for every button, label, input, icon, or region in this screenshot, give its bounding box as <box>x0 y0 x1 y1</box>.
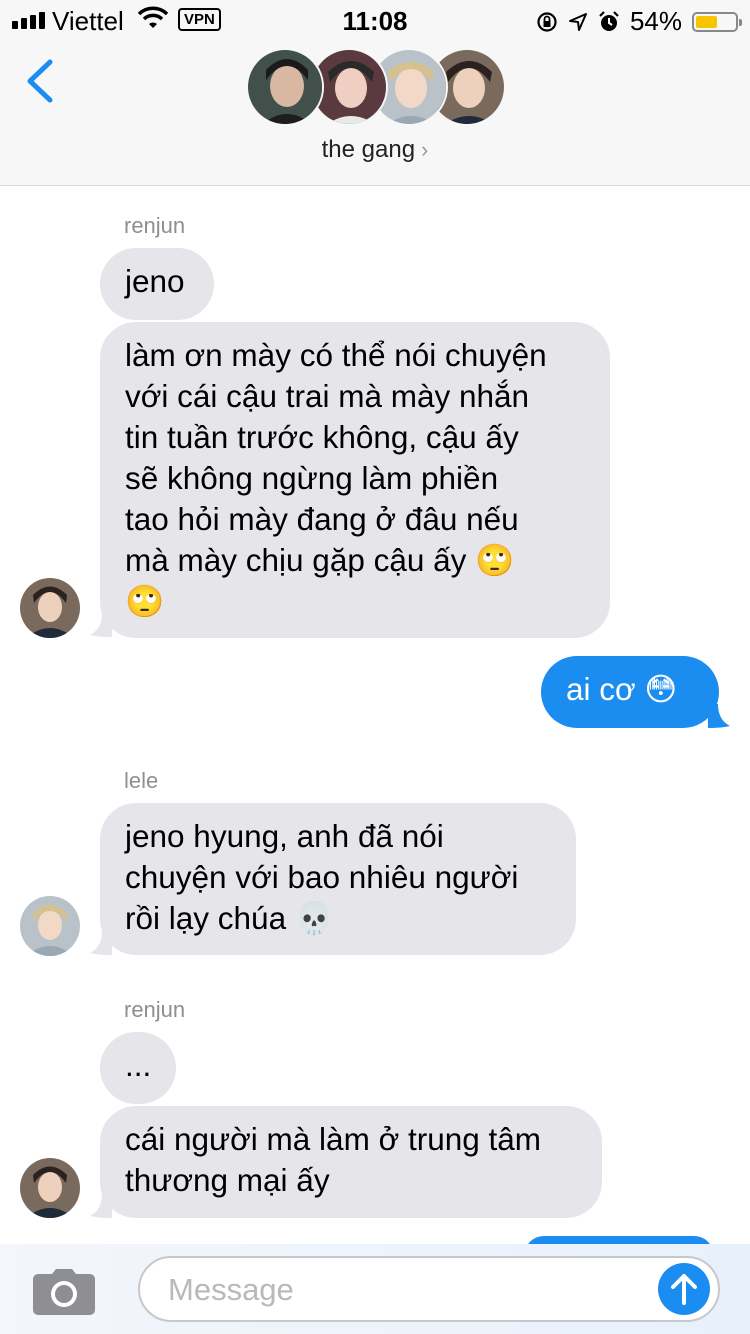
sender-avatar[interactable] <box>20 1158 80 1218</box>
member-avatar <box>246 48 324 126</box>
message-field[interactable] <box>138 1256 720 1322</box>
status-bar: Viettel VPN 11:08 54% <box>0 0 750 40</box>
message-bubble-sent[interactable]: ai cơ 😳 <box>541 656 719 728</box>
alarm-icon <box>599 10 619 31</box>
message-input[interactable] <box>166 1258 650 1322</box>
sender-name: lele <box>124 768 159 793</box>
camera-icon[interactable] <box>32 1268 96 1316</box>
bubble-tail <box>90 613 112 637</box>
chevron-right-icon: › <box>421 137 429 162</box>
message-bubble[interactable]: jeno <box>100 248 214 320</box>
group-name-button[interactable]: the gang › <box>0 136 750 164</box>
battery-icon <box>692 11 742 32</box>
bubble-tail <box>90 931 112 955</box>
conversation-header: Viettel VPN 11:08 54% the gang › <box>0 0 750 186</box>
bubble-tail <box>708 704 730 728</box>
sender-name: renjun <box>124 213 186 238</box>
battery-percent: 54% <box>629 6 682 36</box>
sender-avatar[interactable] <box>20 578 80 638</box>
sender-name: renjun <box>124 997 186 1022</box>
composer-bar <box>0 1244 750 1334</box>
arrow-up-icon <box>671 1274 697 1305</box>
sender-avatar[interactable] <box>20 896 80 956</box>
group-avatars[interactable] <box>0 48 750 128</box>
rotation-lock-icon <box>537 11 557 32</box>
battery-fill <box>696 15 717 28</box>
message-bubble[interactable]: làm ơn mày có thể nói chuyện với cái cậu… <box>100 322 610 638</box>
message-bubble[interactable]: ... <box>100 1032 176 1104</box>
message-bubble[interactable]: jeno hyung, anh đã nói chuyện với bao nh… <box>100 803 576 955</box>
location-icon <box>568 12 587 31</box>
message-bubble[interactable]: cái người mà làm ở trung tâm thương mại … <box>100 1106 602 1218</box>
bubble-tail <box>90 1194 112 1218</box>
group-name: the gang <box>321 136 416 163</box>
send-button[interactable] <box>658 1263 710 1315</box>
